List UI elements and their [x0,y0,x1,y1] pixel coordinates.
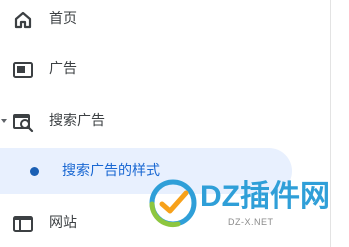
watermark-subtitle: DZ-X.NET [228,217,274,227]
watermark-logo-icon [148,178,198,228]
sidebar-item-search-ads[interactable]: 搜索广告 [0,102,330,142]
sidebar-item-label: 搜索广告的样式 [62,163,160,179]
search-ads-icon [12,111,34,133]
caret-down-icon[interactable] [0,117,8,125]
sidebar-item-label: 广告 [49,61,77,77]
app-frame: 首页 广告 搜索广告 搜索广告的样式 网站 DZ插件网 DZ-X.NET [0,0,349,247]
home-icon [12,9,34,31]
bullet-dot-icon [30,167,39,176]
ad-frame-icon [12,59,34,81]
watermark-title: DZ插件网 [200,180,330,213]
sidebar-item-label: 首页 [49,11,77,27]
sidebar-item-label: 搜索广告 [49,113,105,129]
sidebar-item-ads[interactable]: 广告 [0,50,330,90]
sidebar-item-home[interactable]: 首页 [0,0,330,40]
sidebar-item-label: 网站 [49,215,77,231]
watermark: DZ插件网 DZ-X.NET [148,176,344,236]
site-window-icon [12,213,34,235]
